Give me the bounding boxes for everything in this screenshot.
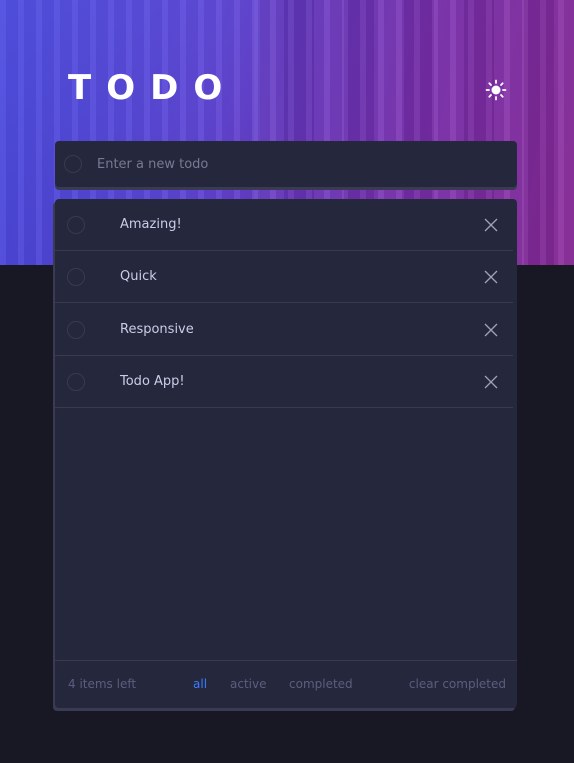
todo-item[interactable]: Responsive [55, 304, 513, 356]
todo-label: Todo App! [120, 374, 185, 389]
filter-completed[interactable]: completed [289, 677, 353, 691]
delete-todo-button[interactable] [483, 269, 499, 285]
todo-checkbox[interactable] [67, 320, 85, 339]
todo-label: Responsive [120, 322, 194, 337]
delete-todo-button[interactable] [483, 322, 499, 338]
close-icon [484, 375, 498, 388]
close-icon [484, 270, 498, 283]
todo-checkbox[interactable] [67, 267, 85, 286]
filter-all[interactable]: all [193, 677, 207, 691]
new-todo-input[interactable] [97, 156, 477, 172]
app-title: TODO [68, 68, 238, 108]
todo-label: Amazing! [120, 217, 182, 232]
todo-item[interactable]: Todo App! [55, 356, 513, 408]
close-icon [484, 323, 498, 336]
todo-label: Quick [120, 269, 157, 284]
filter-active[interactable]: active [230, 677, 266, 691]
delete-todo-button[interactable] [483, 217, 499, 233]
todo-item[interactable]: Quick [55, 251, 513, 303]
todo-list-panel: Amazing! Quick Responsive Todo App! 4 it… [55, 199, 517, 708]
delete-todo-button[interactable] [483, 374, 499, 390]
todo-footer: 4 items left all active completed clear … [55, 660, 517, 706]
new-todo-bar [55, 141, 517, 187]
theme-toggle-button[interactable] [484, 78, 508, 102]
close-icon [484, 218, 498, 231]
todo-checkbox[interactable] [67, 372, 85, 391]
todo-checkbox[interactable] [67, 215, 85, 234]
items-left-count: 4 items left [68, 676, 137, 691]
sun-icon [485, 79, 507, 101]
todo-item[interactable]: Amazing! [55, 199, 513, 251]
new-todo-checkbox[interactable] [64, 155, 82, 173]
clear-completed-button[interactable]: clear completed [409, 677, 506, 691]
